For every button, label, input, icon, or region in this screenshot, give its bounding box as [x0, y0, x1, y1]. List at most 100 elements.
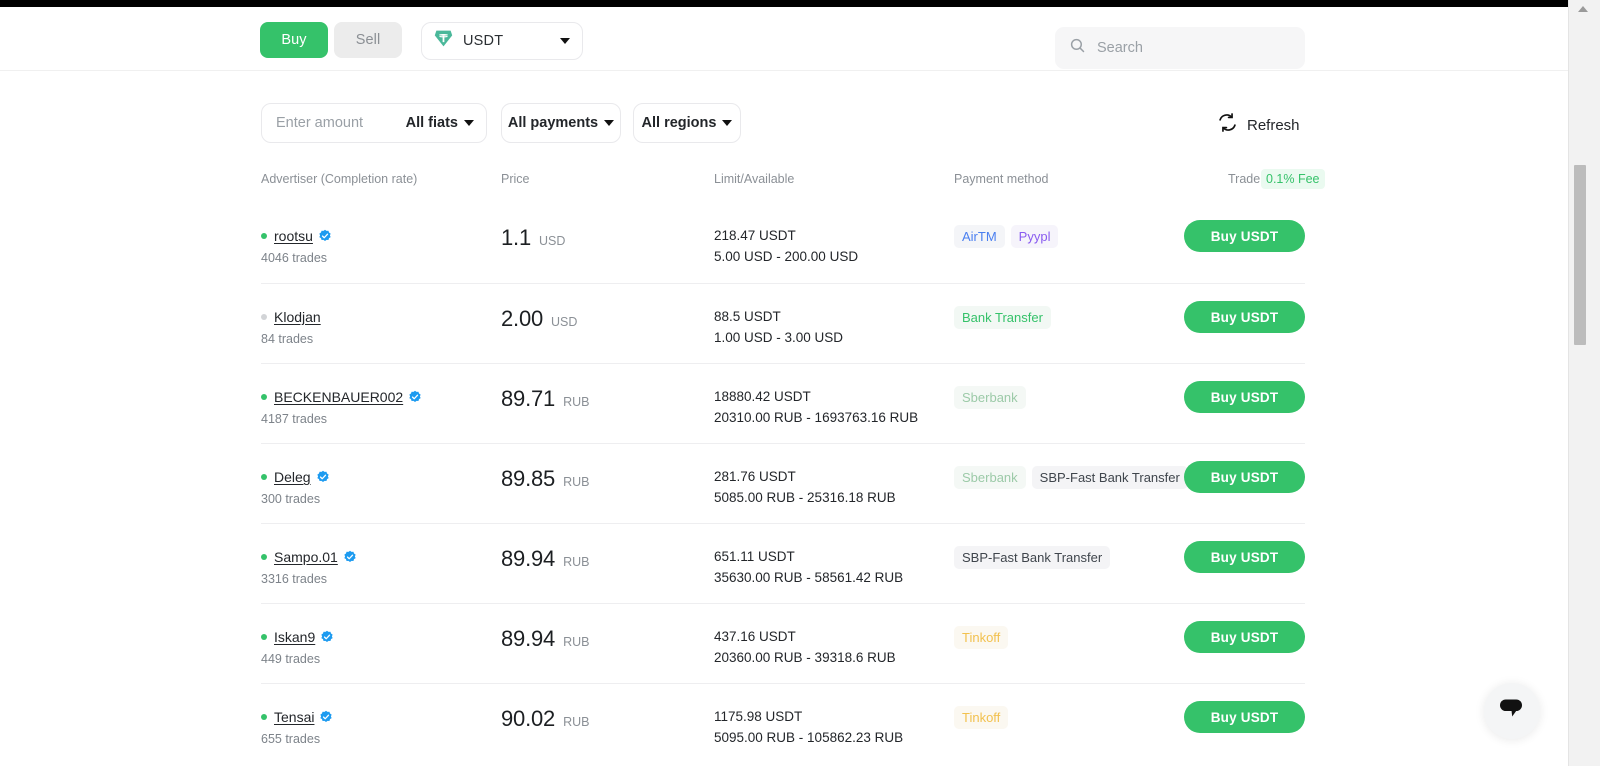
amount-input[interactable] — [276, 115, 396, 131]
table-row: Tensai 655 trades 90.02 RUB 1175.98 USDT 5095… — [261, 683, 1305, 763]
chevron-down-icon — [464, 120, 474, 126]
chat-button[interactable] — [1484, 683, 1540, 739]
table-row: Deleg 300 trades 89.85 RUB 281.76 USDT 5085.0… — [261, 443, 1305, 523]
payment-tag[interactable]: Sberbank — [954, 386, 1026, 409]
payment-method-cell: Sberbank SBP-Fast Bank Transfer — [954, 466, 1204, 489]
trade-count: 3316 trades — [261, 572, 328, 586]
payment-method-cell: Bank Transfer — [954, 306, 1204, 329]
status-dot-online — [261, 554, 267, 560]
price-currency: RUB — [563, 635, 590, 649]
search-input[interactable] — [1097, 40, 1287, 56]
column-header-trade: Trade — [1228, 172, 1261, 186]
search-box[interactable] — [1055, 27, 1305, 69]
advertiser-cell: rootsu 4046 trades — [261, 228, 491, 265]
fiat-selector[interactable]: All fiats — [406, 115, 474, 131]
trade-count: 300 trades — [261, 492, 321, 506]
price-value: 89.85 — [501, 466, 556, 491]
trade-count: 4046 trades — [261, 251, 328, 265]
tab-buy[interactable]: Buy — [260, 22, 328, 58]
buy-button[interactable]: Buy USDT — [1184, 541, 1305, 573]
buy-button[interactable]: Buy USDT — [1184, 461, 1305, 493]
tab-sell[interactable]: Sell — [334, 22, 402, 58]
top-black-bar — [0, 0, 1568, 7]
page-scrollbar[interactable] — [1568, 0, 1600, 766]
advertiser-cell: Deleg 300 trades — [261, 469, 491, 506]
price-value: 90.02 — [501, 706, 556, 731]
available-amount: 281.76 USDT — [714, 469, 796, 484]
advertiser-name[interactable]: Iskan9 — [274, 629, 315, 645]
advertiser-name[interactable]: Sampo.01 — [274, 549, 338, 565]
payments-filter-label: All payments — [507, 115, 599, 131]
scrollbar-thumb[interactable] — [1574, 165, 1586, 345]
payment-tag[interactable]: Bank Transfer — [954, 306, 1051, 329]
available-amount: 1175.98 USDT — [714, 709, 803, 724]
tab-buy-label: Buy — [281, 32, 307, 48]
limit-range: 20360.00 RUB - 39318.6 RUB — [714, 650, 896, 665]
available-amount: 437.16 USDT — [714, 629, 796, 644]
advertiser-name[interactable]: Tensai — [274, 709, 314, 725]
fiat-selector-label: All fiats — [405, 115, 458, 131]
price-cell: 89.94 RUB — [501, 546, 589, 572]
payments-filter[interactable]: All payments — [501, 103, 621, 143]
chevron-down-icon — [722, 120, 733, 126]
limit-cell: 1175.98 USDT 5095.00 RUB - 105862.23 RUB — [714, 709, 903, 745]
payment-tag[interactable]: Tinkoff — [954, 626, 1009, 649]
limit-range: 5.00 USD - 200.00 USD — [714, 249, 859, 264]
buy-button[interactable]: Buy USDT — [1184, 301, 1305, 333]
verified-badge-icon — [316, 470, 330, 484]
trade-cell: Buy USDT — [1184, 701, 1305, 733]
limit-range: 35630.00 RUB - 58561.42 RUB — [714, 570, 904, 585]
buy-button[interactable]: Buy USDT — [1184, 381, 1305, 413]
price-value: 89.94 — [501, 626, 556, 651]
table-row: BECKENBAUER002 4187 trades 89.71 RUB 18880.4… — [261, 363, 1305, 443]
trade-count: 655 trades — [261, 732, 321, 746]
amount-filter[interactable]: All fiats — [261, 103, 487, 143]
payment-tag[interactable]: Tinkoff — [954, 706, 1009, 729]
advertiser-name[interactable]: Deleg — [274, 469, 311, 485]
coin-selector[interactable]: USDT — [421, 22, 583, 60]
limit-range: 20310.00 RUB - 1693763.16 RUB — [714, 410, 919, 425]
app-header: Buy Sell USDT — [0, 7, 1568, 71]
payment-tag[interactable]: Pyypl — [1010, 225, 1059, 248]
advertiser-name[interactable]: rootsu — [274, 228, 313, 244]
payment-tag[interactable]: Sberbank — [954, 466, 1026, 489]
limit-range: 5085.00 RUB - 25316.18 RUB — [714, 490, 896, 505]
trade-count: 449 trades — [261, 652, 321, 666]
price-cell: 90.02 RUB — [501, 706, 589, 732]
scroll-up-arrow-icon[interactable] — [1578, 6, 1588, 12]
price-currency: RUB — [563, 555, 590, 569]
column-header-limit: Limit/Available — [714, 172, 795, 186]
advertiser-cell: BECKENBAUER002 4187 trades — [261, 389, 491, 426]
buy-button[interactable]: Buy USDT — [1184, 621, 1305, 653]
advertiser-cell: Tensai 655 trades — [261, 709, 491, 746]
verified-badge-icon — [343, 550, 357, 564]
limit-cell: 218.47 USDT 5.00 USD - 200.00 USD — [714, 228, 858, 264]
payment-tag[interactable]: SBP-Fast Bank Transfer — [1031, 466, 1188, 489]
trade-count: 84 trades — [261, 332, 314, 346]
column-header-price: Price — [501, 172, 530, 186]
advertiser-name[interactable]: BECKENBAUER002 — [274, 389, 403, 405]
limit-cell: 651.11 USDT 35630.00 RUB - 58561.42 RUB — [714, 549, 903, 585]
refresh-icon — [1217, 112, 1238, 138]
table-row: Klodjan 84 trades 2.00 USD 88.5 USDT 1.00 USD… — [261, 283, 1305, 363]
price-cell: 89.71 RUB — [501, 386, 589, 412]
regions-filter[interactable]: All regions — [633, 103, 741, 143]
refresh-button[interactable]: Refresh — [1217, 112, 1300, 138]
table-row: Sampo.01 3316 trades 89.94 RUB 651.11 USDT 35… — [261, 523, 1305, 603]
price-currency: RUB — [563, 475, 590, 489]
buy-button[interactable]: Buy USDT — [1184, 701, 1305, 733]
payment-method-cell: AirTM Pyypl — [954, 225, 1204, 248]
status-dot-online — [261, 714, 267, 720]
price-value: 2.00 — [501, 306, 544, 331]
payment-tag[interactable]: SBP-Fast Bank Transfer — [954, 546, 1111, 569]
trade-cell: Buy USDT — [1184, 541, 1305, 573]
coin-label: USDT — [463, 33, 504, 49]
limit-range: 5095.00 RUB - 105862.23 RUB — [714, 730, 904, 745]
advertiser-name[interactable]: Klodjan — [274, 309, 321, 325]
buy-button[interactable]: Buy USDT — [1184, 220, 1305, 252]
limit-cell: 281.76 USDT 5085.00 RUB - 25316.18 RUB — [714, 469, 896, 505]
status-dot-offline — [261, 314, 267, 320]
payment-tag[interactable]: AirTM — [954, 225, 1005, 248]
trade-cell: Buy USDT — [1184, 621, 1305, 653]
table-row: Iskan9 449 trades 89.94 RUB 437.16 USDT 20360… — [261, 603, 1305, 683]
